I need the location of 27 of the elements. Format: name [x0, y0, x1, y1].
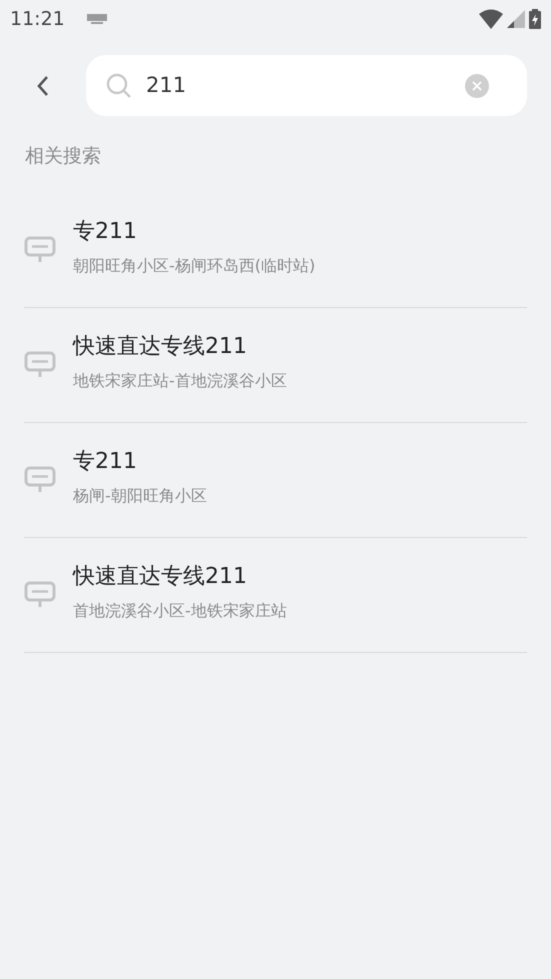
route-item[interactable]: 快速直达专线211 首地浣溪谷小区-地铁宋家庄站 [24, 538, 527, 652]
signal-icon [507, 10, 525, 28]
search-input[interactable]: 211 [146, 70, 465, 102]
clear-button[interactable] [465, 74, 489, 98]
route-item[interactable]: 快速直达专线211 地铁宋家庄站-首地浣溪谷小区 [24, 308, 527, 422]
route-stops: 地铁宋家庄站-首地浣溪谷小区 [73, 370, 287, 392]
bus-sign-icon [24, 466, 56, 494]
battery-icon [529, 9, 541, 29]
bus-sign-icon [24, 350, 56, 378]
route-item[interactable]: 专211 朝阳旺角小区-杨闸环岛西(临时站) [24, 192, 527, 308]
route-stops: 杨闸-朝阳旺角小区 [73, 485, 207, 507]
route-name: 专211 [73, 448, 138, 476]
wifi-icon [479, 9, 503, 29]
search-field[interactable]: 211 [86, 55, 527, 116]
section-title: 相关搜索 [24, 144, 102, 169]
keyboard-icon [86, 14, 107, 24]
route-stops: 首地浣溪谷小区-地铁宋家庄站 [73, 600, 287, 622]
route-name: 快速直达专线211 [73, 563, 248, 591]
search-icon [106, 72, 132, 98]
route-stops: 朝阳旺角小区-杨闸环岛西(临时站) [73, 255, 316, 277]
bus-sign-icon [24, 580, 56, 608]
status-time: 11:21 [10, 6, 65, 32]
bus-sign-icon [24, 236, 56, 264]
route-name: 快速直达专线211 [73, 333, 248, 361]
close-icon [471, 80, 483, 92]
route-name: 专211 [73, 218, 138, 246]
route-item[interactable]: 专211 杨闸-朝阳旺角小区 [24, 422, 527, 538]
